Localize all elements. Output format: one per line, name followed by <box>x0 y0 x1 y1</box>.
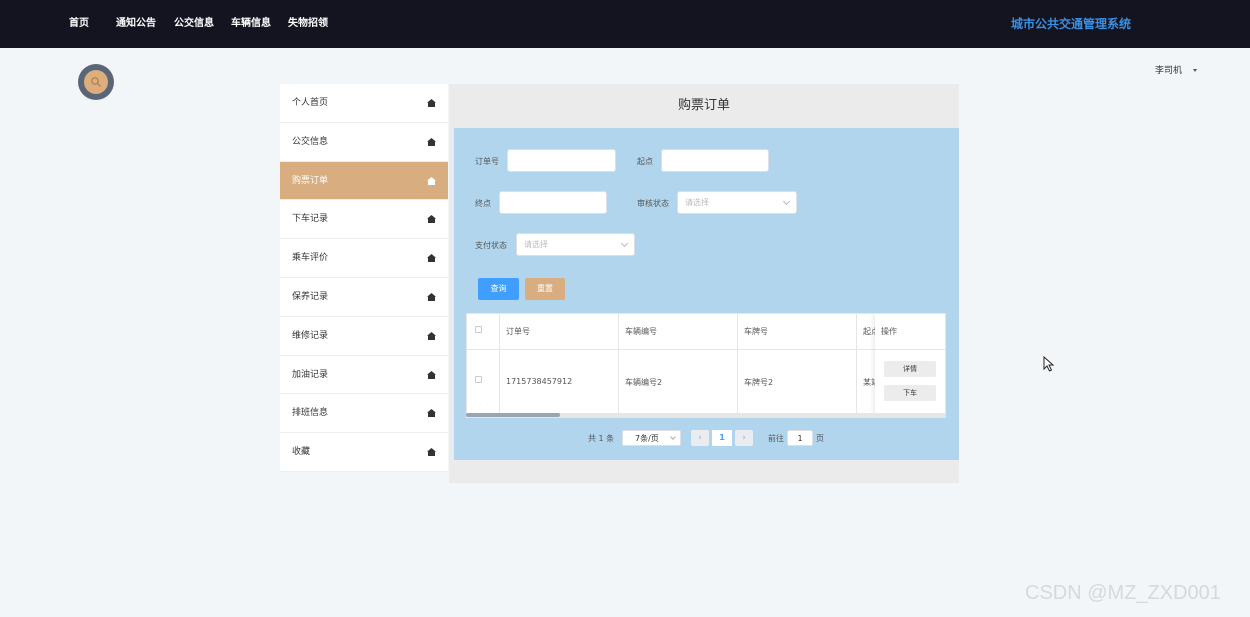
page-size-value: 7条/页 <box>635 434 659 443</box>
goto-label: 前往 <box>768 434 784 443</box>
col-divider <box>499 314 500 417</box>
sidebar-item-label: 收藏 <box>292 447 311 458</box>
sidebar-item-refuel[interactable]: 加油记录 <box>280 356 448 395</box>
home-icon <box>427 370 436 379</box>
sidebar-item-ride-reviews[interactable]: 乘车评价 <box>280 239 448 278</box>
sidebar-item-repair[interactable]: 维修记录 <box>280 317 448 356</box>
column-header-order-no: 订单号 <box>506 327 530 336</box>
avatar[interactable] <box>78 64 114 100</box>
sidebar-item-label: 购票订单 <box>292 175 329 186</box>
nav-item-lost-found[interactable]: 失物招领 <box>288 0 328 48</box>
search-icon <box>91 77 101 87</box>
main-panel: 购票订单 订单号 起点 终点 审核状态 请选择 支付状态 请选择 查询 重置 订… <box>449 84 959 483</box>
alight-button[interactable]: 下车 <box>884 385 936 401</box>
header-divider <box>875 349 945 350</box>
pagination-total: 共 1 条 <box>588 434 615 443</box>
home-icon <box>427 292 436 301</box>
home-icon <box>427 331 436 340</box>
col-divider <box>856 314 857 417</box>
sidebar-item-maintenance[interactable]: 保养记录 <box>280 278 448 317</box>
sidebar-item-alight-records[interactable]: 下车记录 <box>280 200 448 240</box>
column-header-operations: 操作 <box>881 327 897 336</box>
page-size-select[interactable]: 7条/页 <box>622 430 681 446</box>
pay-status-placeholder: 请选择 <box>524 240 548 249</box>
user-menu[interactable]: 李司机 <box>1155 63 1197 76</box>
cell-order-no: 1715738457912 <box>506 377 573 386</box>
detail-button[interactable]: 详情 <box>884 361 936 377</box>
orders-table: 订单号 车辆编号 车牌号 起点 1715738457912 车辆编号2 车牌号2… <box>466 313 946 418</box>
sidebar-item-ticket-orders[interactable]: 购票订单 <box>280 161 448 201</box>
sidebar-item-label: 公交信息 <box>292 136 329 147</box>
top-navbar: 首页 通知公告 公交信息 车辆信息 失物招领 城市公共交通管理系统 <box>0 0 1250 48</box>
end-input[interactable] <box>499 191 607 214</box>
home-icon <box>427 176 436 185</box>
audit-status-select[interactable]: 请选择 <box>677 191 797 214</box>
column-header-plate: 车牌号 <box>744 327 768 336</box>
audit-status-placeholder: 请选择 <box>685 198 709 207</box>
cell-start: 某站 <box>863 378 875 387</box>
audit-status-label: 审核状态 <box>637 199 669 208</box>
home-icon <box>427 99 436 107</box>
next-page-button[interactable]: › <box>735 430 753 446</box>
column-header-start: 起点 <box>863 327 875 336</box>
cell-plate: 车牌号2 <box>744 378 774 387</box>
mouse-cursor-icon <box>1043 356 1055 372</box>
start-label: 起点 <box>637 157 653 166</box>
sidebar-item-label: 乘车评价 <box>292 253 329 264</box>
column-header-vehicle-no: 车辆编号 <box>625 327 657 336</box>
page-number-current[interactable]: 1 <box>712 430 732 446</box>
sidebar-item-profile[interactable]: 个人首页 <box>280 84 448 123</box>
chevron-down-icon <box>782 197 791 206</box>
pay-status-label: 支付状态 <box>475 241 507 250</box>
sidebar-item-bus-info[interactable]: 公交信息 <box>280 123 448 162</box>
page-title: 购票订单 <box>677 98 730 113</box>
sidebar-item-schedule[interactable]: 排班信息 <box>280 394 448 434</box>
prev-page-button[interactable]: ‹ <box>691 430 709 446</box>
content-area: 订单号 起点 终点 审核状态 请选择 支付状态 请选择 查询 重置 订单号 车辆… <box>454 128 959 460</box>
select-all-checkbox[interactable] <box>475 326 482 333</box>
search-button[interactable]: 查询 <box>478 278 519 300</box>
goto-page-input[interactable]: 1 <box>787 430 813 446</box>
home-icon <box>427 215 436 224</box>
operations-column: 操作 详情 下车 <box>875 314 945 417</box>
sidebar-item-label: 保养记录 <box>292 291 329 302</box>
col-divider <box>618 314 619 417</box>
caret-down-icon <box>1192 69 1197 72</box>
col-divider <box>737 314 738 417</box>
nav-item-notices[interactable]: 通知公告 <box>116 0 156 48</box>
nav-item-bus-info[interactable]: 公交信息 <box>174 0 214 48</box>
sidebar-item-label: 排班信息 <box>292 408 329 419</box>
user-name: 李司机 <box>1155 66 1183 76</box>
end-label: 终点 <box>475 199 491 208</box>
home-icon <box>427 448 436 457</box>
start-input[interactable] <box>661 149 769 172</box>
avatar-inner <box>84 70 108 94</box>
system-title: 城市公共交通管理系统 <box>1010 17 1131 31</box>
sidebar-item-favorites[interactable]: 收藏 <box>280 433 448 472</box>
cell-vehicle-no: 车辆编号2 <box>625 378 663 387</box>
watermark: CSDN @MZ_ZXD001 <box>1025 582 1221 604</box>
nav-item-vehicle-info[interactable]: 车辆信息 <box>231 0 271 48</box>
row-checkbox[interactable] <box>475 376 482 383</box>
reset-button[interactable]: 重置 <box>525 278 565 300</box>
home-icon <box>427 137 436 146</box>
home-icon <box>427 409 436 418</box>
sidebar: 个人首页 公交信息 购票订单 下车记录 乘车评价 保养记录 维修记录 加油记录 … <box>280 84 448 472</box>
nav-item-home[interactable]: 首页 <box>69 0 89 48</box>
table-scrollbar[interactable] <box>466 413 946 417</box>
sidebar-item-label: 维修记录 <box>292 330 329 341</box>
sidebar-item-label: 个人首页 <box>292 98 329 108</box>
chevron-down-icon <box>620 239 629 248</box>
sidebar-item-label: 加油记录 <box>292 369 329 380</box>
chevron-down-icon <box>670 434 676 440</box>
scrollbar-thumb[interactable] <box>466 413 560 417</box>
pay-status-select[interactable]: 请选择 <box>516 233 635 256</box>
sidebar-item-label: 下车记录 <box>292 214 329 225</box>
home-icon <box>427 254 436 263</box>
order-no-input[interactable] <box>507 149 616 172</box>
page-suffix: 页 <box>816 434 824 443</box>
order-no-label: 订单号 <box>475 157 499 166</box>
